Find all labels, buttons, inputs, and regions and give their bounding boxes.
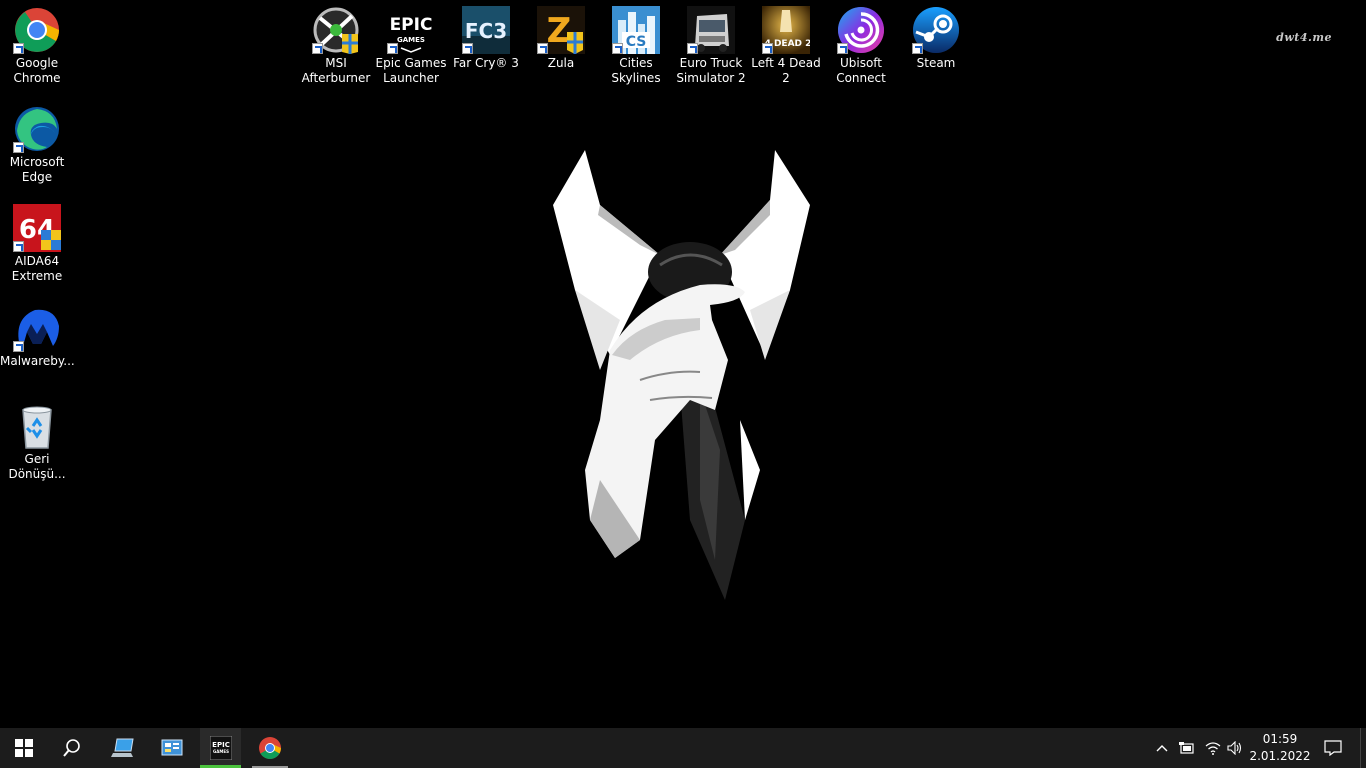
desktop-wallpaper bbox=[553, 150, 810, 600]
taskbar-control-panel[interactable] bbox=[148, 728, 196, 768]
show-hidden-icons-button[interactable] bbox=[1152, 728, 1172, 768]
shortcut-arrow-icon bbox=[537, 43, 548, 54]
desktop-icon-label: AIDA64 Extreme bbox=[11, 254, 63, 283]
desktop-icon-label: Epic Games Launcher bbox=[375, 56, 447, 85]
epic-taskbar-logo-text: EPIC bbox=[212, 741, 230, 749]
shortcut-arrow-icon bbox=[687, 43, 698, 54]
chrome-icon bbox=[259, 737, 281, 759]
computer-icon bbox=[111, 738, 134, 757]
shortcut-arrow-icon bbox=[762, 43, 773, 54]
desktop-icon-label: Ubisoft Connect bbox=[836, 56, 886, 85]
desktop-icon-left-4-dead-2[interactable]: 4 DEAD 2 Left 4 Dead 2 bbox=[749, 6, 823, 86]
clock-date: 2.01.2022 bbox=[1249, 749, 1311, 763]
desktop-icon-euro-truck-simulator-2[interactable]: Euro Truck Simulator 2 bbox=[674, 6, 748, 86]
desktop-icon-zula[interactable]: Z Zula bbox=[524, 6, 598, 71]
cs-logo-text: CS bbox=[626, 34, 647, 50]
desktop-icon-label: Euro Truck Simulator 2 bbox=[676, 56, 746, 85]
shortcut-arrow-icon bbox=[13, 43, 24, 54]
start-button[interactable] bbox=[0, 728, 48, 768]
recycle-bin-icon bbox=[22, 406, 52, 449]
action-center-button[interactable] bbox=[1318, 728, 1348, 768]
desktop-icon-msi-afterburner[interactable]: MSI Afterburner bbox=[299, 6, 373, 86]
taskbar: EPIC GAMES 01:59 2.01.2022 bbox=[0, 728, 1366, 768]
chevron-up-icon bbox=[1156, 745, 1168, 752]
control-panel-icon bbox=[161, 739, 183, 756]
taskbar-chrome[interactable] bbox=[246, 728, 294, 768]
battery-button[interactable] bbox=[1176, 728, 1198, 768]
clock-time: 01:59 bbox=[1262, 732, 1298, 746]
system-clock[interactable]: 01:59 2.01.2022 bbox=[1246, 731, 1314, 765]
desktop-icon-malwarebytes[interactable]: Malwareby... bbox=[0, 304, 75, 369]
shortcut-arrow-icon bbox=[387, 43, 398, 54]
epic-logo-subtext: GAMES bbox=[397, 36, 425, 44]
search-button[interactable] bbox=[48, 728, 96, 768]
fc3-logo-text: FC3 bbox=[465, 19, 507, 43]
desktop-icon-label: MSI Afterburner bbox=[301, 56, 371, 85]
epic-games-icon: EPIC GAMES bbox=[209, 736, 232, 760]
desktop-icon-label: Left 4 Dead 2 bbox=[751, 56, 821, 85]
desktop-icon-label: Steam bbox=[916, 56, 956, 70]
epic-taskbar-logo-subtext: GAMES bbox=[213, 749, 229, 754]
desktop-icon-ubisoft-connect[interactable]: Ubisoft Connect bbox=[824, 6, 898, 86]
desktop-icon-google-chrome[interactable]: Google Chrome bbox=[0, 6, 74, 86]
desktop-icon-steam[interactable]: Steam bbox=[899, 6, 973, 71]
wallpaper-watermark: dwt4.me bbox=[1276, 31, 1332, 44]
shortcut-arrow-icon bbox=[13, 142, 24, 153]
shortcut-arrow-icon bbox=[13, 341, 24, 352]
shortcut-arrow-icon bbox=[13, 241, 24, 252]
desktop-icon-label: Cities Skylines bbox=[611, 56, 661, 85]
desktop-icon-label: Microsoft Edge bbox=[9, 155, 65, 184]
taskbar-epic-games[interactable]: EPIC GAMES bbox=[200, 728, 241, 768]
desktop-icon-label: Malwareby... bbox=[0, 354, 75, 368]
desktop-icon-cities-skylines[interactable]: CS Cities Skylines bbox=[599, 6, 673, 86]
epic-logo-text: EPIC bbox=[390, 15, 433, 35]
wifi-icon bbox=[1205, 742, 1221, 755]
show-desktop-button[interactable] bbox=[1360, 728, 1366, 768]
desktop-icon-far-cry-3[interactable]: FC3 Far Cry® 3 bbox=[449, 6, 523, 71]
shortcut-arrow-icon bbox=[912, 43, 923, 54]
volume-icon bbox=[1227, 741, 1242, 755]
desktop-icon-recycle-bin[interactable]: Geri Dönüşü... bbox=[0, 402, 74, 482]
suit-tie-illustration bbox=[553, 150, 810, 600]
desktop-icon-label: Google Chrome bbox=[13, 56, 61, 85]
desktop-icon-aida64-extreme[interactable]: 64 AIDA64 Extreme bbox=[0, 204, 74, 284]
desktop-icon-microsoft-edge[interactable]: Microsoft Edge bbox=[0, 105, 74, 185]
desktop-icon-label: Geri Dönüşü... bbox=[8, 452, 66, 481]
notification-icon bbox=[1324, 740, 1342, 756]
shortcut-arrow-icon bbox=[837, 43, 848, 54]
shortcut-arrow-icon bbox=[462, 43, 473, 54]
volume-button[interactable] bbox=[1224, 728, 1246, 768]
windows-logo-icon bbox=[15, 739, 33, 757]
search-icon bbox=[63, 739, 80, 757]
taskbar-this-pc[interactable] bbox=[99, 728, 147, 768]
network-button[interactable] bbox=[1202, 728, 1224, 768]
desktop-icon-label: Zula bbox=[547, 56, 575, 70]
desktop-icon-epic-games-launcher[interactable]: EPIC GAMES Epic Games Launcher bbox=[374, 6, 448, 86]
shortcut-arrow-icon bbox=[312, 43, 323, 54]
battery-icon bbox=[1179, 742, 1194, 754]
shortcut-arrow-icon bbox=[612, 43, 623, 54]
desktop-icon-label: Far Cry® 3 bbox=[453, 56, 519, 70]
